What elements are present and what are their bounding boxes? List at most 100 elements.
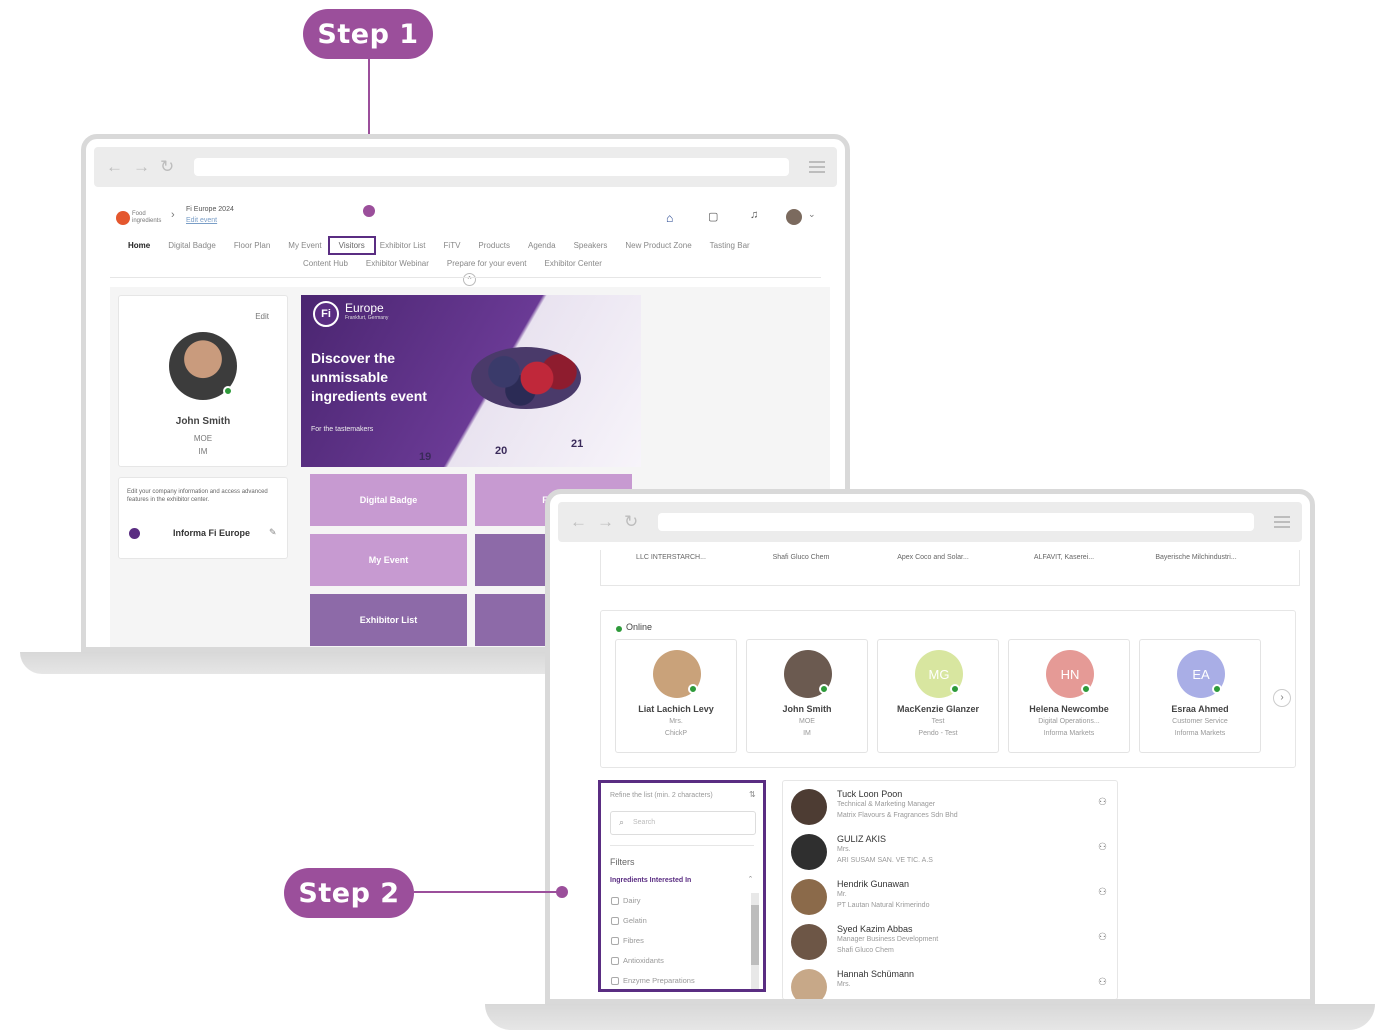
scrollbar[interactable]	[751, 893, 759, 989]
visitor-name: Hannah Schümann	[837, 969, 915, 979]
company-3[interactable]: Apex Coco and Solar...	[873, 554, 993, 561]
filter-option-antioxidants[interactable]: Antioxidants	[611, 956, 664, 965]
visitor-line2: Matrix Flavours & Fragrances Sdn Bhd	[837, 812, 958, 819]
online-person-card[interactable]: Liat Lachich Levy Mrs. ChickP	[615, 639, 737, 753]
pencil-icon[interactable]: ✎	[269, 527, 277, 538]
nav-exhibitor-center[interactable]: Exhibitor Center	[545, 259, 602, 268]
browser-bar-2: ← → ↻	[558, 502, 1302, 542]
connect-user-icon[interactable]: ⚇	[1098, 842, 1107, 853]
filter-option-dairy[interactable]: Dairy	[611, 896, 641, 905]
banner-headline: Discover the unmissable ingredients even…	[311, 350, 427, 404]
person-line1: Digital Operations...	[1038, 718, 1100, 725]
address-bar[interactable]	[658, 513, 1254, 531]
refine-label: Refine the list (min. 2 characters)	[610, 792, 713, 799]
visitor-row[interactable]: Tuck Loon Poon Technical & Marketing Man…	[783, 783, 1117, 827]
connect-user-icon[interactable]: ⚇	[1098, 797, 1107, 808]
visitor-avatar	[791, 924, 827, 960]
menu-icon[interactable]	[1274, 516, 1290, 528]
visitor-list: Tuck Loon Poon Technical & Marketing Man…	[782, 780, 1118, 999]
connect-user-icon[interactable]: ⚇	[1098, 932, 1107, 943]
filter-option-gelatin[interactable]: Gelatin	[611, 916, 647, 925]
person-name: Helena Newcombe	[1029, 704, 1109, 714]
filter-option-enzyme[interactable]: Enzyme Preparations	[611, 976, 695, 985]
collapse-icon[interactable]: ^	[463, 273, 476, 286]
company-1[interactable]: LLC INTERSTARCH...	[611, 554, 731, 561]
option-label: Antioxidants	[623, 956, 664, 965]
search-input[interactable]: ⌕ Search	[610, 811, 756, 835]
online-person-card[interactable]: John Smith MOE IM	[746, 639, 868, 753]
filters-label: Filters	[610, 857, 635, 867]
chevron-up-icon[interactable]: ˆ	[749, 875, 752, 885]
checkbox[interactable]	[611, 976, 619, 985]
menu-icon[interactable]	[809, 161, 825, 173]
company-2[interactable]: Shafi Gluco Chem	[741, 554, 861, 561]
back-icon[interactable]: ←	[570, 512, 587, 532]
nav-visitors[interactable]: Visitors	[327, 236, 376, 255]
option-label: Gelatin	[623, 916, 647, 925]
edit-event-link[interactable]: Edit event	[186, 217, 217, 224]
online-person-card[interactable]: MG MacKenzie Glanzer Test Pendo - Test	[877, 639, 999, 753]
nav-content-hub[interactable]: Content Hub	[303, 259, 348, 268]
chevron-down-icon[interactable]: ⌄	[808, 209, 816, 220]
forward-icon[interactable]: →	[597, 512, 614, 532]
visitor-line1: Mrs.	[837, 981, 851, 988]
chat-icon[interactable]: ▢	[708, 210, 718, 223]
banner-date-21: 21	[571, 438, 584, 450]
nav-fitv[interactable]: FiTV	[444, 241, 461, 250]
connect-user-icon[interactable]: ⚇	[1098, 887, 1107, 898]
ingredients-group-label[interactable]: Ingredients Interested In	[610, 877, 691, 884]
visitor-row[interactable]: GULIZ AKIS Mrs. ARI SUSAM SAN. VE TIC. A…	[783, 828, 1117, 872]
nav-agenda[interactable]: Agenda	[528, 241, 556, 250]
avatar[interactable]	[786, 209, 802, 225]
brand-logo	[116, 211, 130, 225]
company-5[interactable]: Bayerische Milchindustri...	[1136, 554, 1256, 561]
filter-panel: Refine the list (min. 2 characters) ⇅ ⌕ …	[598, 780, 766, 992]
checkbox[interactable]	[611, 916, 619, 925]
address-bar[interactable]	[194, 158, 789, 176]
sort-icon[interactable]: ⇅	[749, 790, 756, 799]
nav-speakers[interactable]: Speakers	[574, 241, 608, 250]
connect-user-icon[interactable]: ⚇	[1098, 977, 1107, 988]
reload-icon[interactable]: ↻	[624, 512, 638, 532]
tile-my-event[interactable]: My Event	[310, 534, 467, 586]
home-icon[interactable]: ⌂	[666, 211, 673, 225]
back-icon[interactable]: ←	[106, 157, 123, 177]
nav-floor-plan[interactable]: Floor Plan	[234, 241, 270, 250]
visitor-row[interactable]: Hendrik Gunawan Mr. PT Lautan Natural Kr…	[783, 873, 1117, 917]
online-person-card[interactable]: HN Helena Newcombe Digital Operations...…	[1008, 639, 1130, 753]
tile-exhibitor-list[interactable]: Exhibitor List	[310, 594, 467, 646]
top-navigation: Home Digital Badge Floor Plan My Event V…	[128, 236, 750, 255]
reload-icon[interactable]: ↻	[160, 157, 174, 177]
top-navigation-row2: Content Hub Exhibitor Webinar Prepare fo…	[303, 259, 602, 268]
checkbox[interactable]	[611, 936, 619, 945]
companies-row: LLC INTERSTARCH... Shafi Gluco Chem Apex…	[600, 550, 1300, 586]
nav-home[interactable]: Home	[128, 241, 150, 250]
next-arrow-icon[interactable]: ›	[1273, 689, 1291, 707]
bell-icon[interactable]: ♫	[750, 209, 758, 221]
tile-digital-badge[interactable]: Digital Badge	[310, 474, 467, 526]
nav-new-product-zone[interactable]: New Product Zone	[625, 241, 691, 250]
laptop-screen-2: ← → ↻ LLC INTERSTARCH... Shafi Gluco Che…	[545, 489, 1315, 1004]
profile-edit-link[interactable]: Edit	[255, 312, 269, 321]
nav-my-event[interactable]: My Event	[288, 241, 321, 250]
nav-exhibitor-list[interactable]: Exhibitor List	[380, 241, 426, 250]
filter-option-fibres[interactable]: Fibres	[611, 936, 644, 945]
nav-digital-badge[interactable]: Digital Badge	[168, 241, 216, 250]
nav-products[interactable]: Products	[478, 241, 510, 250]
visitor-row[interactable]: Hannah Schümann Mrs. ⚇	[783, 963, 1117, 999]
chevron-right-icon: ›	[171, 209, 175, 221]
checkbox[interactable]	[611, 896, 619, 905]
online-label: Online	[626, 622, 653, 632]
online-person-card[interactable]: EA Esraa Ahmed Customer Service Informa …	[1139, 639, 1261, 753]
visitor-line1: Technical & Marketing Manager	[837, 801, 936, 808]
company-4[interactable]: ALFAVIT, Kaserei...	[1004, 554, 1124, 561]
nav-exhibitor-webinar[interactable]: Exhibitor Webinar	[366, 259, 429, 268]
online-status-dot	[1081, 684, 1091, 694]
checkbox[interactable]	[611, 956, 619, 965]
nav-tasting-bar[interactable]: Tasting Bar	[710, 241, 750, 250]
online-status-dot	[688, 684, 698, 694]
nav-prepare[interactable]: Prepare for your event	[447, 259, 527, 268]
forward-icon[interactable]: →	[133, 157, 150, 177]
person-name: Esraa Ahmed	[1171, 704, 1229, 714]
visitor-row[interactable]: Syed Kazim Abbas Manager Business Develo…	[783, 918, 1117, 962]
